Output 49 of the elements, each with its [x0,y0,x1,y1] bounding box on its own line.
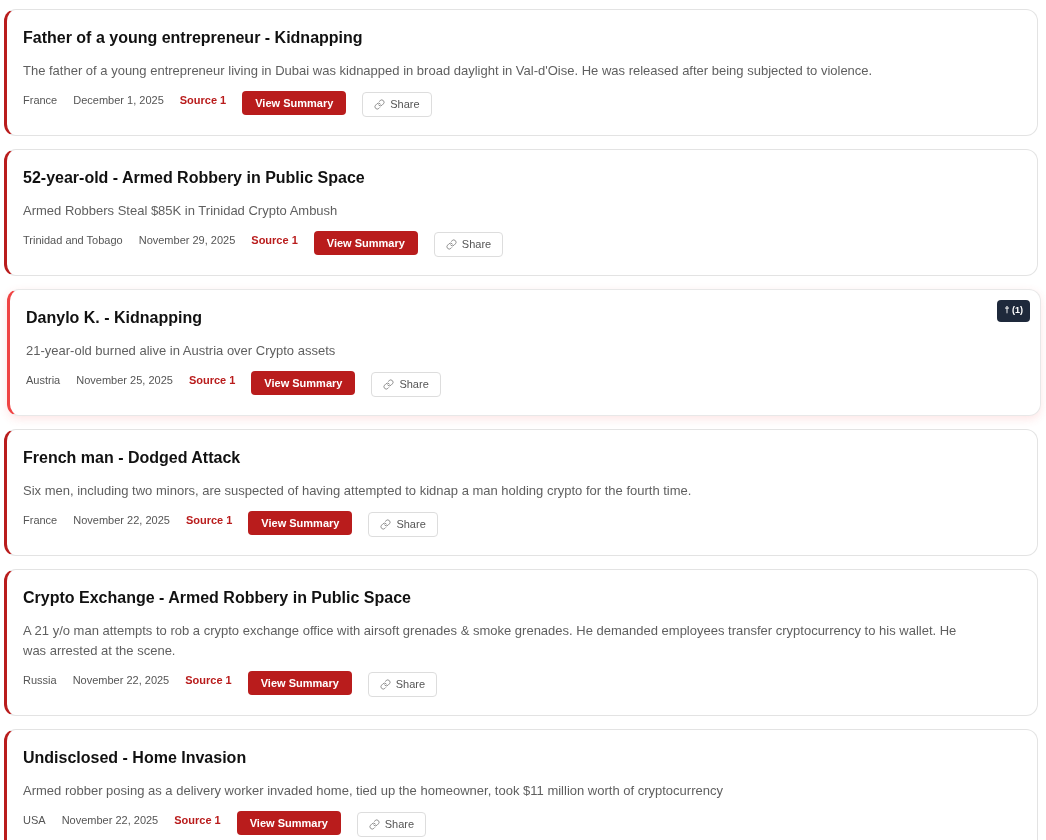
date-label: November 22, 2025 [73,513,170,528]
date-label: November 22, 2025 [72,673,170,688]
incident-title: Undisclosed - Home Invasion [23,748,248,768]
incident-description: The father of a young entrepreneur living in Dubai was kidnapped in broad daylight in Val-d'Oise. He was released after being subjected to violence. [23,62,874,80]
country-label: Trinidad and Tobago [23,233,123,248]
incident-description: A 21 y/o man attempts to rob a crypto exchange office with airsoft grenades & smoke grenades. He demanded employees transfer cryptocurrency to his wallet. He was arrested at the scene. [23,622,958,660]
share-button[interactable]: Share [371,372,441,397]
view-summary-button[interactable]: View Summary [313,231,418,255]
source-link[interactable]: Source 1 [185,672,232,688]
view-summary-button[interactable]: View Summary [247,671,352,695]
incident-description: Armed robber posing as a delivery worker invaded home, tied up the homeowner, took $11 million worth of cryptocurrency [23,782,724,800]
share-button[interactable]: Share [356,812,427,837]
source-link[interactable]: Source 1 [188,372,236,388]
share-button[interactable]: Share [362,92,432,117]
incident-description: Armed Robbers Steal $85K in Trinidad Crypto Ambush [23,202,339,220]
date-label: December 1, 2025 [73,93,164,108]
link-icon [368,819,380,830]
date-label: November 25, 2025 [76,373,173,388]
date-label: November 29, 2025 [138,233,236,248]
link-icon [379,679,391,690]
link-icon [380,519,392,530]
source-link[interactable]: Source 1 [251,232,298,248]
country-label: France [23,93,58,108]
count-badge: † (1) [997,300,1030,322]
share-button[interactable]: Share [367,672,438,697]
source-link[interactable]: Source 1 [174,812,221,828]
view-summary-button[interactable]: View Summary [236,811,341,835]
incident-title: Danylo K. - Kidnapping [26,308,203,328]
country-label: Russia [23,673,57,688]
date-label: November 22, 2025 [61,813,159,828]
link-icon [383,379,395,390]
share-button[interactable]: Share [368,512,438,537]
source-link[interactable]: Source 1 [179,92,227,108]
country-label: France [23,513,58,528]
incident-description: 21-year-old burned alive in Austria over Crypto assets [26,342,337,360]
source-link[interactable]: Source 1 [185,512,233,528]
country-label: USA [23,813,46,828]
view-summary-button[interactable]: View Summary [248,511,353,535]
incident-title: French man - Dodged Attack [23,448,242,468]
view-summary-button[interactable]: View Summary [251,371,356,395]
country-label: Austria [26,373,61,388]
link-icon [445,239,457,250]
incident-title: 52-year-old - Armed Robbery in Public Space [23,168,366,188]
incident-description: Six men, including two minors, are suspected of having attempted to kidnap a man holding crypto for the fourth time. [23,482,693,500]
link-icon [374,99,386,110]
share-button[interactable]: Share [433,232,504,257]
incident-title: Crypto Exchange - Armed Robbery in Public Space [23,588,412,608]
view-summary-button[interactable]: View Summary [242,91,347,115]
incident-title: Father of a young entrepreneur - Kidnapping [23,28,364,48]
